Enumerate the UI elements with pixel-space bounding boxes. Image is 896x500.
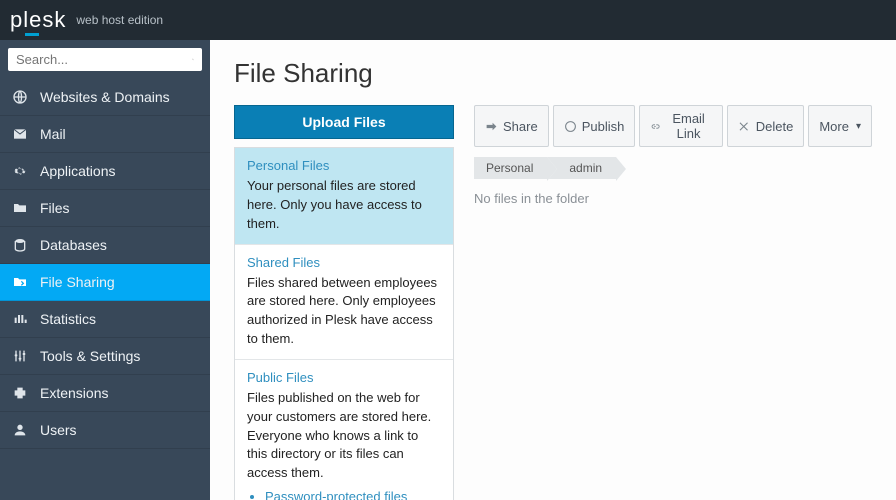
search-box[interactable] xyxy=(8,48,202,71)
sidebar-item-label: Applications xyxy=(40,163,116,179)
page-title: File Sharing xyxy=(234,58,872,89)
sidebar-item-users[interactable]: Users xyxy=(0,412,210,449)
search-icon xyxy=(192,52,194,67)
top-header: plesk web host edition xyxy=(0,0,896,40)
section-title[interactable]: Public Files xyxy=(247,370,441,385)
sidebar: Websites & Domains Mail Applications Files D… xyxy=(0,40,210,500)
sidebar-item-label: Tools & Settings xyxy=(40,348,140,364)
section-title[interactable]: Shared Files xyxy=(247,255,441,270)
sidebar-item-label: Statistics xyxy=(40,311,96,327)
publish-icon xyxy=(564,120,577,133)
publish-button[interactable]: Publish xyxy=(553,105,636,147)
folder-icon xyxy=(12,200,28,216)
right-column: Share Publish Email Link Delete More ▾ Pe… xyxy=(474,105,872,206)
sliders-icon xyxy=(12,348,28,364)
sidebar-item-databases[interactable]: Databases xyxy=(0,227,210,264)
section-title[interactable]: Personal Files xyxy=(247,158,441,173)
sidebar-item-label: File Sharing xyxy=(40,274,115,290)
envelope-icon xyxy=(12,126,28,142)
section-personal-files[interactable]: Personal Files Your personal files are st… xyxy=(235,148,453,245)
search-input[interactable] xyxy=(16,52,192,67)
sidebar-item-applications[interactable]: Applications xyxy=(0,153,210,190)
bars-icon xyxy=(12,311,28,327)
link-icon xyxy=(650,120,660,133)
sidebar-item-label: Users xyxy=(40,422,77,438)
section-desc: Files published on the web for your cust… xyxy=(247,389,441,483)
breadcrumb-item[interactable]: Personal xyxy=(474,157,547,179)
sidebar-item-label: Websites & Domains xyxy=(40,89,170,105)
edition-label: web host edition xyxy=(76,13,163,27)
section-desc: Files shared between employees are store… xyxy=(247,274,441,349)
gear-icon xyxy=(12,163,28,179)
breadcrumb-item[interactable]: admin xyxy=(547,157,616,179)
sidebar-item-extensions[interactable]: Extensions xyxy=(0,375,210,412)
sidebar-item-websites-domains[interactable]: Websites & Domains xyxy=(0,79,210,116)
empty-message: No files in the folder xyxy=(474,191,872,206)
sidebar-item-label: Files xyxy=(40,200,70,216)
sidebar-item-statistics[interactable]: Statistics xyxy=(0,301,210,338)
publish-label: Publish xyxy=(582,119,625,134)
delete-label: Delete xyxy=(756,119,794,134)
sidebar-item-mail[interactable]: Mail xyxy=(0,116,210,153)
breadcrumb: Personaladmin xyxy=(474,157,872,179)
brand-underline xyxy=(25,33,39,36)
more-label: More xyxy=(819,119,849,134)
email-link-label: Email Link xyxy=(665,111,711,141)
database-icon xyxy=(12,237,28,253)
main-content: File Sharing Upload Files Personal Files… xyxy=(210,40,896,500)
sections-panel: Personal Files Your personal files are st… xyxy=(234,147,454,500)
sidebar-item-label: Mail xyxy=(40,126,66,142)
chevron-down-icon: ▾ xyxy=(856,121,861,132)
left-column: Upload Files Personal Files Your personal… xyxy=(234,105,454,500)
section-link[interactable]: Password-protected files xyxy=(265,489,441,500)
brand-text: plesk xyxy=(10,7,66,32)
toolbar: Share Publish Email Link Delete More ▾ xyxy=(474,105,872,147)
sidebar-item-files[interactable]: Files xyxy=(0,190,210,227)
user-icon xyxy=(12,422,28,438)
share-label: Share xyxy=(503,119,538,134)
delete-icon xyxy=(738,120,751,133)
section-desc: Your personal files are stored here. Onl… xyxy=(247,177,441,234)
upload-files-button[interactable]: Upload Files xyxy=(234,105,454,139)
brand-logo: plesk xyxy=(10,7,66,33)
share-icon xyxy=(485,120,498,133)
sidebar-item-file-sharing[interactable]: File Sharing xyxy=(0,264,210,301)
email-link-button[interactable]: Email Link xyxy=(639,105,722,147)
sidebar-item-label: Extensions xyxy=(40,385,108,401)
share-icon xyxy=(12,274,28,290)
puzzle-icon xyxy=(12,385,28,401)
sidebar-item-label: Databases xyxy=(40,237,107,253)
sidebar-item-tools-settings[interactable]: Tools & Settings xyxy=(0,338,210,375)
more-button[interactable]: More ▾ xyxy=(808,105,872,147)
nav-list: Websites & Domains Mail Applications Files D… xyxy=(0,79,210,449)
delete-button[interactable]: Delete xyxy=(727,105,805,147)
globe-icon xyxy=(12,89,28,105)
share-button[interactable]: Share xyxy=(474,105,549,147)
section-shared-files[interactable]: Shared Files Files shared between employe… xyxy=(235,245,453,360)
section-public-files[interactable]: Public Files Files published on the web f… xyxy=(235,360,453,500)
